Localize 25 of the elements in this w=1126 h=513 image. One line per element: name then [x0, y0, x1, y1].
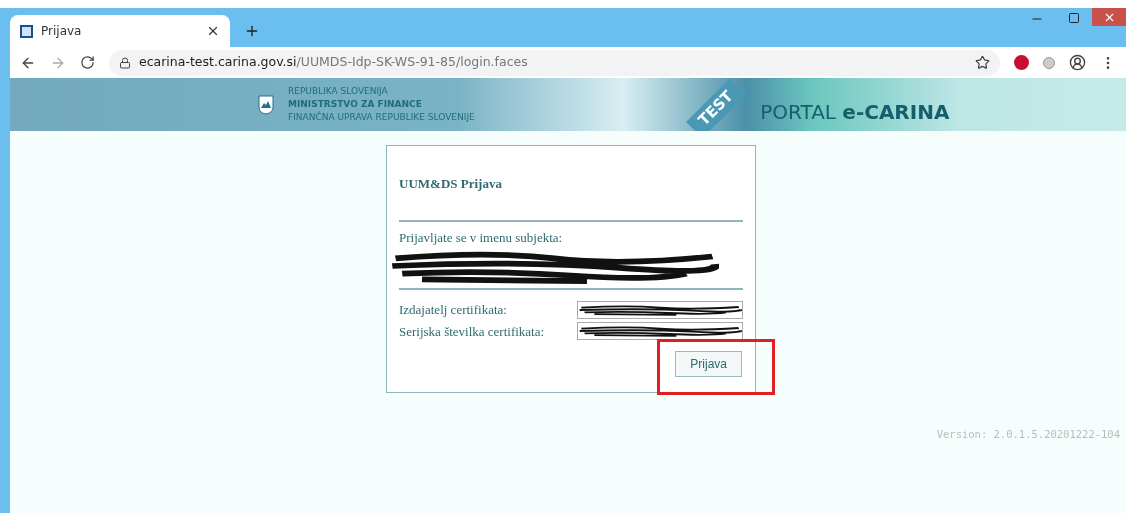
close-window-button[interactable]	[1092, 8, 1126, 26]
field-label: Izdajatelj certifikata:	[399, 301, 508, 319]
close-icon[interactable]	[206, 24, 220, 38]
coat-of-arms-icon	[258, 94, 274, 115]
address-bar[interactable]: ecarina-test.carina.gov.si/UUMDS-Idp-SK-WS-91-85/login.faces	[109, 49, 1000, 76]
profile-icon[interactable]	[1069, 54, 1086, 71]
browser-tab[interactable]: Prijava	[10, 15, 230, 47]
extension-icon[interactable]	[1043, 56, 1055, 69]
subject-label: Prijavljate se v imenu subjekta:	[399, 228, 564, 247]
ministry-name: REPUBLIKA SLOVENIJA	[288, 85, 389, 98]
ministry-name: FINANČNA UPRAVA REPUBLIKE SLOVENIJE	[288, 111, 475, 124]
lock-icon	[119, 56, 131, 69]
bookmark-star-icon[interactable]	[975, 55, 990, 70]
field-label: Serijska številka certifikata:	[399, 322, 546, 341]
url-text: ecarina-test.carina.gov.si/UUMDS-Idp-SK-WS-91-85/login.faces	[139, 53, 528, 72]
maximize-icon[interactable]	[1068, 12, 1080, 24]
login-title: UUM&DS Prijava	[399, 175, 503, 193]
ministry-name: MINISTRSTVO ZA FINANCE	[288, 98, 423, 111]
portal-title: PORTAL e-CARINA	[760, 99, 950, 126]
login-button[interactable]: Prijava	[675, 351, 742, 377]
reload-icon[interactable]	[80, 55, 95, 70]
new-tab-icon[interactable]	[244, 23, 260, 39]
version-text: Version: 2.0.1.5.20201222-104	[936, 427, 1120, 442]
site-favicon-icon	[20, 24, 33, 38]
tab-title: Prijava	[41, 23, 82, 40]
